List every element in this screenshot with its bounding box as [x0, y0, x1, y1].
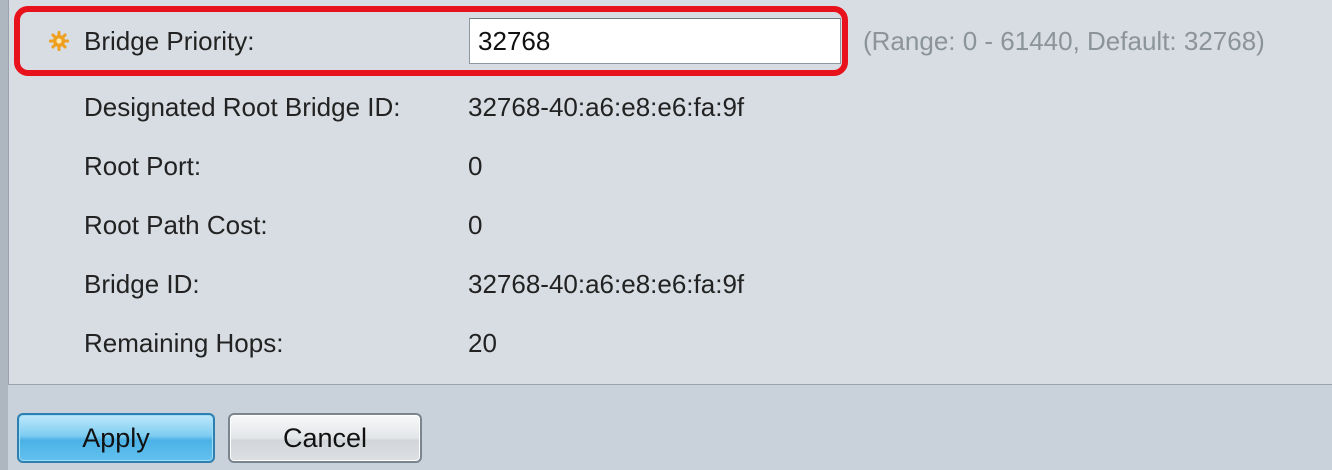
- root-path-cost-value: 0: [468, 209, 483, 240]
- apply-button[interactable]: Apply: [17, 413, 215, 463]
- remaining-hops-value: 20: [468, 327, 497, 358]
- highlight-box: [14, 6, 848, 76]
- remaining-hops-row: Remaining Hops: 20: [9, 318, 1332, 368]
- designated-root-bridge-id-value: 32768-40:a6:e8:e6:fa:9f: [468, 91, 745, 122]
- designated-root-bridge-id-label: Designated Root Bridge ID:: [84, 91, 401, 122]
- designated-root-bridge-id-row: Designated Root Bridge ID: 32768-40:a6:e…: [9, 82, 1332, 132]
- root-path-cost-row: Root Path Cost: 0: [9, 200, 1332, 250]
- bridge-priority-range-note: (Range: 0 - 61440, Default: 32768): [863, 26, 1265, 56]
- bridge-id-row: Bridge ID: 32768-40:a6:e8:e6:fa:9f: [9, 259, 1332, 309]
- bridge-id-value: 32768-40:a6:e8:e6:fa:9f: [468, 268, 745, 299]
- left-frame-edge: [0, 0, 8, 470]
- root-port-value: 0: [468, 150, 483, 181]
- bridge-id-label: Bridge ID:: [84, 268, 200, 299]
- remaining-hops-label: Remaining Hops:: [84, 327, 284, 358]
- cancel-button[interactable]: Cancel: [228, 413, 422, 463]
- root-path-cost-label: Root Path Cost:: [84, 209, 268, 240]
- root-port-row: Root Port: 0: [9, 141, 1332, 191]
- root-port-label: Root Port:: [84, 150, 202, 181]
